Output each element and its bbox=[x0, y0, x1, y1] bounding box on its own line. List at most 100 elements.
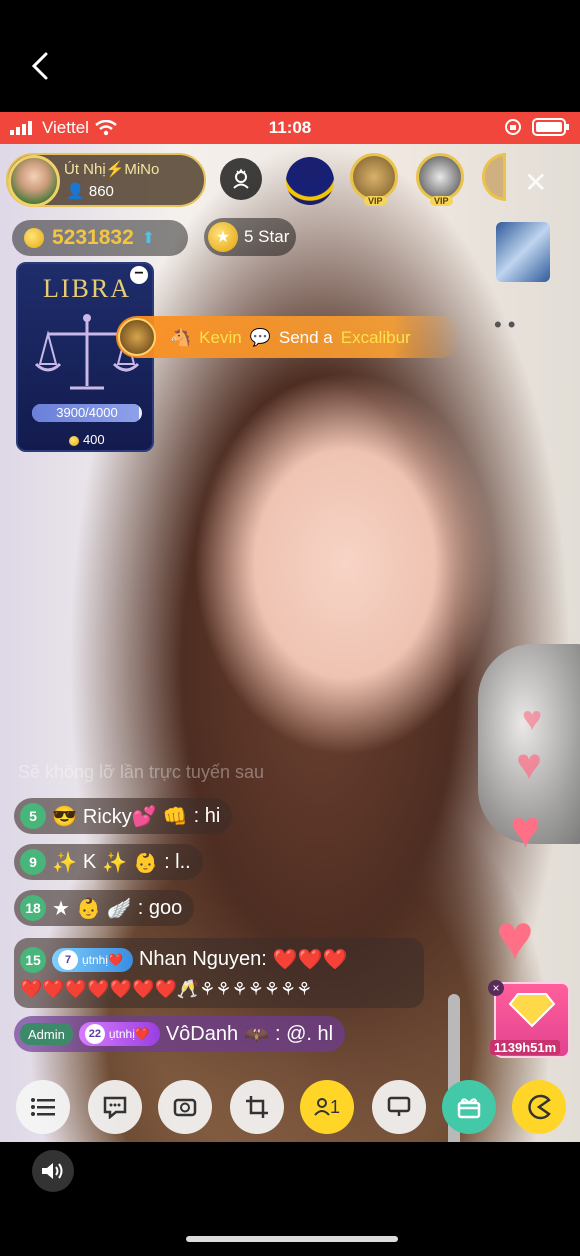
overlay-hint: Sẽ không lỡ lần trực tuyến sau bbox=[18, 762, 264, 782]
gift-sender-name: Kevin bbox=[199, 328, 242, 347]
message-icon bbox=[103, 1096, 127, 1119]
host-name: Út Nhị⚡MiNo bbox=[64, 161, 160, 178]
vip-viewer-avatar[interactable] bbox=[416, 153, 464, 201]
fan-club-badge: 22 ụtnhị❤️ bbox=[78, 1022, 160, 1046]
game-button[interactable] bbox=[512, 1080, 566, 1134]
sound-button[interactable] bbox=[32, 1150, 74, 1192]
chat-bubble-icon: 💬 bbox=[249, 328, 271, 347]
wings-badge-icon: 🪽 bbox=[106, 897, 132, 920]
chat-text: : goo bbox=[137, 896, 183, 919]
crop-button[interactable] bbox=[230, 1080, 284, 1134]
floating-hearts: ♥ ♥ ♥ ♥ bbox=[492, 700, 578, 1000]
libra-progress-bar: 3900/4000 bbox=[32, 404, 142, 422]
screen-button[interactable] bbox=[372, 1080, 426, 1134]
heart-icon: ♥ bbox=[510, 801, 541, 859]
coin-icon bbox=[24, 228, 44, 248]
status-bar: Viettel 11:08 bbox=[0, 112, 580, 144]
host-fans: 👤 860 bbox=[66, 182, 114, 200]
fist-emoji-icon: 👊 bbox=[162, 805, 188, 828]
chat-username: VôDanh bbox=[165, 1022, 239, 1045]
close-icon[interactable]: × bbox=[488, 980, 504, 996]
arrow-up-icon: ⬆ bbox=[141, 230, 156, 247]
chat-username: K bbox=[82, 850, 97, 873]
chat-message[interactable]: 9 ✨ K ✨ 👶 : l.. bbox=[14, 844, 203, 880]
gift-sender-avatar bbox=[118, 318, 156, 356]
star-label: 5 Star bbox=[244, 227, 290, 246]
list-icon bbox=[31, 1098, 55, 1116]
close-icon[interactable]: ✕ bbox=[524, 166, 547, 199]
chat-text: : hi bbox=[193, 804, 221, 827]
top-black-area bbox=[0, 0, 580, 112]
chat-text: : l.. bbox=[164, 850, 191, 873]
diamond-icon bbox=[508, 993, 556, 1028]
gift-name: Excalibur bbox=[340, 328, 411, 347]
viewers-button[interactable]: 1 bbox=[300, 1080, 354, 1134]
avatar-badge-icon: 👶 bbox=[75, 897, 101, 920]
crop-icon bbox=[246, 1096, 268, 1118]
viewer-avatar[interactable] bbox=[286, 157, 334, 205]
excalibur-gift-icon[interactable] bbox=[496, 222, 550, 282]
heart-icon: ♥ bbox=[516, 740, 543, 789]
guardian-button[interactable] bbox=[220, 158, 262, 200]
wings-badge-icon: 🦇 bbox=[244, 1023, 270, 1046]
libra-coins-value: 400 bbox=[82, 432, 105, 447]
gift-action: Send a bbox=[278, 328, 333, 347]
vip-tag-icon: VIP bbox=[364, 196, 387, 206]
horse-icon: 🐴 bbox=[170, 328, 192, 347]
sparkles-icon: ✨ bbox=[52, 851, 77, 874]
vip-tag-icon: VIP bbox=[430, 196, 453, 206]
chat-message[interactable]: 5 😎 Ricky💕 👊 : hi bbox=[14, 798, 233, 834]
level-badge: 9 bbox=[20, 849, 46, 875]
level-badge: 18 bbox=[20, 895, 46, 921]
sunglasses-emoji-icon: 😎 bbox=[52, 805, 77, 828]
chat-message[interactable]: 15 7 ụtnhị❤️ Nhan Nguyen: ❤️❤️❤️ ❤️❤️❤️❤… bbox=[14, 938, 424, 1008]
chat-username: Nhan Nguyen: bbox=[138, 948, 267, 970]
gift-icon bbox=[457, 1098, 481, 1119]
chat-message[interactable]: Admin 22 ụtnhị❤️ VôDanh 🦇 : @. hl bbox=[14, 1016, 346, 1052]
level-badge: 15 bbox=[20, 946, 46, 973]
home-indicator[interactable] bbox=[186, 1236, 398, 1242]
host-fans-count: 860 bbox=[88, 183, 114, 200]
sparkles-icon: ✨ bbox=[102, 851, 128, 874]
fan-club-badge: 7 ụtnhị❤️ bbox=[52, 947, 133, 972]
admin-badge: Admin bbox=[20, 1023, 73, 1045]
host-avatar[interactable] bbox=[8, 155, 60, 207]
chat-button[interactable] bbox=[88, 1080, 142, 1134]
level-badge: 5 bbox=[20, 803, 46, 829]
person-icon: 👤 bbox=[66, 183, 85, 200]
flip-camera-button[interactable] bbox=[158, 1080, 212, 1134]
star-icon: ★ bbox=[208, 222, 238, 252]
back-button[interactable] bbox=[22, 46, 62, 86]
coins-pill[interactable]: 5231832 ⬆ bbox=[12, 220, 188, 256]
chat-text: : @. hl bbox=[275, 1022, 334, 1045]
fan-level: 7 bbox=[58, 949, 78, 970]
libra-coins: 400 bbox=[18, 432, 152, 447]
person-icon bbox=[314, 1098, 330, 1116]
vip-viewer-avatar[interactable] bbox=[350, 153, 398, 201]
heart-icon: ♥ bbox=[496, 901, 534, 973]
monitor-icon bbox=[387, 1096, 411, 1116]
viewers-count: 1 bbox=[329, 1096, 340, 1117]
star-pill[interactable]: ★ 5 Star bbox=[204, 218, 296, 256]
chat-message[interactable]: 18 ★ 👶 🪽 : goo bbox=[14, 890, 195, 926]
libra-progress-text: 3900/4000 bbox=[56, 405, 118, 420]
gift-button[interactable] bbox=[442, 1080, 496, 1134]
gift-banner-text: 🐴 Kevin 💬 Send a Excalibur bbox=[170, 328, 411, 348]
heart-icon: ♥ bbox=[522, 700, 543, 738]
bottom-toolbar: 1 bbox=[0, 1076, 580, 1136]
chevron-left-icon bbox=[31, 52, 48, 80]
pacman-icon bbox=[528, 1094, 551, 1120]
camera-switch-icon bbox=[173, 1098, 197, 1117]
fan-club-label: ụtnhị❤️ bbox=[108, 1027, 150, 1041]
crown-person-icon bbox=[233, 168, 249, 189]
coins-value: 5231832 bbox=[52, 226, 134, 249]
fan-level: 22 bbox=[84, 1024, 105, 1044]
avatar-badge-icon: 👶 bbox=[133, 851, 159, 874]
promo-timer: 1139h51m bbox=[490, 1040, 561, 1055]
menu-button[interactable] bbox=[16, 1080, 70, 1134]
chat-text: ❤️❤️❤️ bbox=[272, 949, 348, 971]
speaker-icon bbox=[42, 1163, 63, 1179]
chat-username: Ricky💕 bbox=[82, 805, 157, 828]
minus-icon[interactable]: − bbox=[130, 266, 148, 284]
more-dots-icon[interactable]: •• bbox=[494, 312, 521, 338]
